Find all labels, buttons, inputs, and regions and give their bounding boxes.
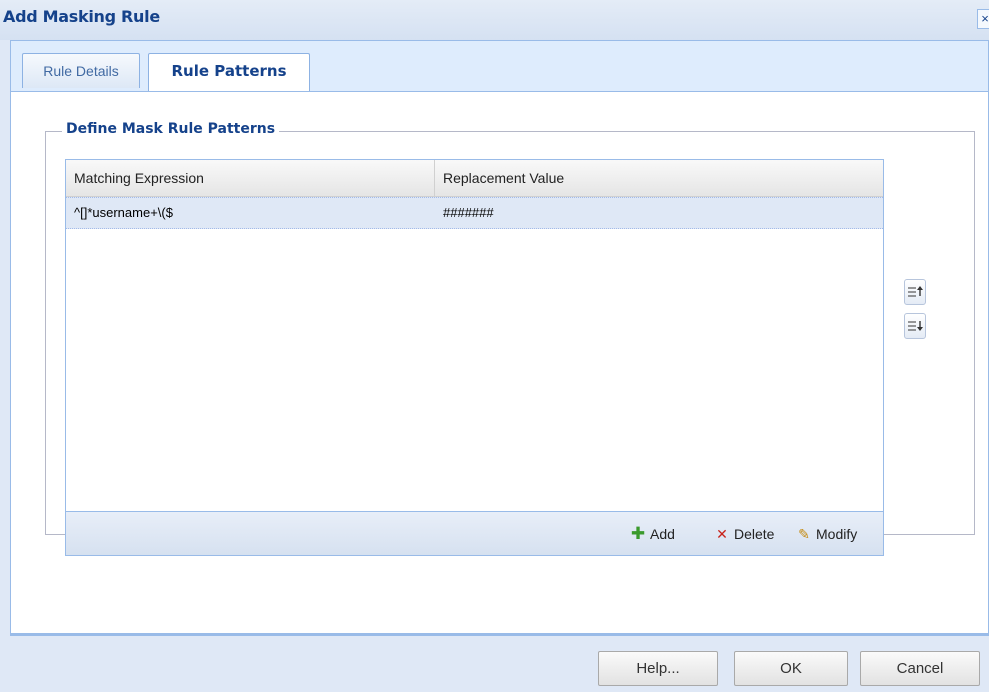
add-button[interactable]: ✚ Add (630, 524, 675, 544)
tab-rule-patterns[interactable]: Rule Patterns (148, 53, 310, 94)
column-header-replacement-value[interactable]: Replacement Value (435, 160, 883, 196)
add-label: Add (650, 526, 675, 542)
rule-patterns-panel: Define Mask Rule Patterns Matching Expre… (10, 91, 989, 635)
close-button[interactable]: × (977, 9, 989, 29)
modify-button[interactable]: ✎ Modify (796, 524, 857, 544)
panel-bottom-border (10, 633, 989, 636)
cancel-button[interactable]: Cancel (860, 651, 980, 686)
move-up-icon (908, 286, 923, 297)
modify-label: Modify (816, 526, 858, 542)
tab-strip: Rule Details Rule Patterns (10, 40, 989, 94)
replacement-value-cell: ####### (443, 205, 494, 220)
dialog-titlebar: Add Masking Rule × (0, 0, 989, 40)
x-icon: ✕ (716, 526, 728, 542)
move-down-icon (908, 321, 923, 331)
table-row[interactable]: ^[]*username+\($ ####### (66, 197, 883, 229)
delete-button[interactable]: ✕ Delete (714, 524, 774, 544)
grid-header: Matching Expression Replacement Value (66, 160, 883, 197)
patterns-grid: Matching Expression Replacement Value ^[… (65, 159, 884, 512)
move-up-button[interactable] (904, 279, 926, 305)
tab-rule-details[interactable]: Rule Details (22, 53, 140, 88)
close-icon: × (981, 11, 989, 26)
add-masking-rule-dialog: Add Masking Rule × Rule Details Rule Pat… (0, 0, 989, 692)
dialog-title: Add Masking Rule (3, 7, 160, 26)
delete-label: Delete (734, 526, 775, 542)
mask-rule-patterns-fieldset: Define Mask Rule Patterns Matching Expre… (45, 121, 975, 556)
grid-toolbar: ✚ Add ✕ Delete ✎ Modify (65, 512, 884, 556)
move-down-button[interactable] (904, 313, 926, 339)
fieldset-legend: Define Mask Rule Patterns (62, 121, 280, 137)
ok-button[interactable]: OK (734, 651, 848, 686)
pencil-icon: ✎ (798, 526, 810, 542)
matching-expression-cell: ^[]*username+\($ (74, 205, 173, 220)
help-button[interactable]: Help... (598, 651, 718, 686)
plus-icon: ✚ (630, 524, 646, 543)
column-header-matching-expression[interactable]: Matching Expression (66, 160, 435, 196)
